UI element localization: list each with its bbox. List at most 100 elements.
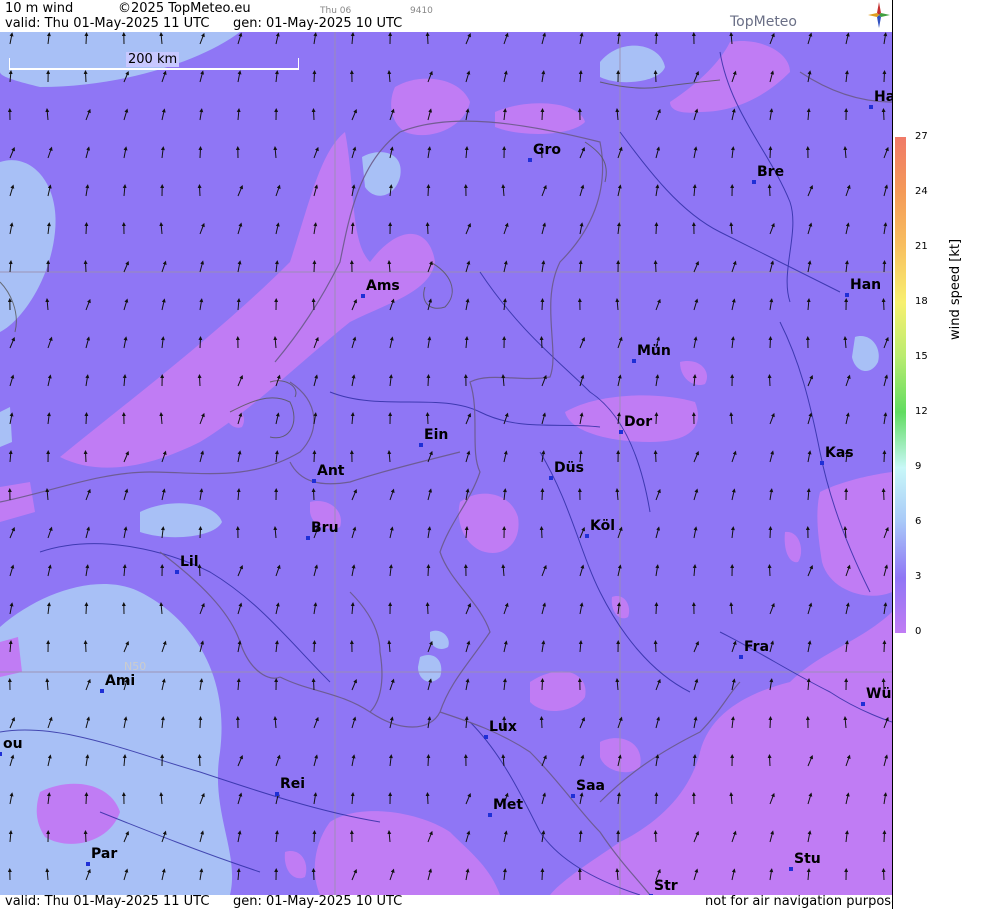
wind-arrow: [425, 792, 430, 805]
wind-arrow: [83, 70, 88, 83]
wind-arrow: [882, 830, 887, 843]
city-marker: [312, 479, 316, 483]
wind-arrow: [655, 488, 661, 501]
wind-arrow: [84, 32, 89, 45]
wind-arrow: [806, 108, 811, 121]
wind-arrow: [45, 108, 50, 121]
city-label: Gro: [533, 142, 562, 158]
wind-arrow: [83, 450, 88, 463]
wind-arrow: [579, 184, 585, 197]
wind-arrow: [198, 526, 203, 539]
color-bar-label: wind speed [kt]: [948, 238, 963, 340]
wind-arrow: [425, 222, 430, 235]
city-marker: [739, 655, 743, 659]
wind-arrow: [807, 32, 813, 45]
wind-arrow: [122, 374, 127, 387]
wind-arrow: [881, 108, 886, 121]
wind-arrow: [9, 602, 14, 615]
wind-arrow: [541, 602, 547, 615]
wind-arrow: [731, 488, 736, 501]
wind-arrow: [312, 450, 317, 463]
wind-arrow: [273, 526, 278, 539]
color-bar-tick: 18: [915, 296, 928, 307]
wind-arrow: [425, 412, 430, 425]
wind-arrow: [729, 602, 734, 615]
wind-arrow: [654, 32, 659, 45]
wind-arrow: [311, 868, 316, 881]
wind-arrow: [160, 336, 165, 349]
wind-arrow: [311, 298, 316, 311]
topmeteo-logo: TopMeteo: [730, 14, 797, 30]
wind-arrow: [159, 222, 164, 235]
city-label: Lil: [180, 554, 199, 570]
wind-arrow: [693, 640, 699, 653]
city-marker: [275, 792, 279, 796]
wind-arrow: [806, 488, 811, 501]
wind-arrow: [465, 830, 471, 843]
wind-arrow: [351, 374, 356, 387]
wind-arrow: [275, 32, 280, 45]
wind-arrow: [161, 260, 167, 273]
wind-arrow: [85, 336, 91, 349]
wind-arrow: [465, 412, 471, 425]
wind-arrow: [693, 146, 698, 159]
wind-arrow: [83, 640, 88, 653]
wind-map[interactable]: 200 km N50 Gro Bre Ha Ams Han Mün Dor Ein Kas Ant…: [0, 32, 892, 895]
city-marker: [549, 476, 553, 480]
wind-arrow: [767, 184, 772, 197]
color-bar-segment: [895, 247, 906, 303]
wind-arrow: [843, 146, 848, 159]
city-label: Par: [91, 846, 118, 862]
city-label: Kas: [825, 445, 854, 461]
wind-arrow: [312, 830, 317, 843]
wind-arrow: [503, 222, 509, 235]
wind-arrow: [85, 108, 91, 121]
wind-arrow: [655, 184, 660, 197]
wind-arrow: [616, 32, 621, 45]
footer-generated-time: gen: 01-May-2025 10 UTC: [233, 894, 403, 909]
city-label: Köl: [590, 518, 616, 534]
wind-arrow: [655, 298, 661, 311]
color-bar-tick: 15: [915, 351, 928, 362]
city-label: Han: [850, 277, 882, 293]
wind-arrow: [654, 222, 659, 235]
wind-arrow: [160, 146, 165, 159]
wind-arrow: [579, 716, 585, 729]
city-label: Str: [654, 878, 678, 894]
wind-arrow: [465, 32, 471, 45]
wind-arrow: [655, 716, 661, 729]
wind-arrow: [84, 412, 89, 425]
wind-arrow: [350, 32, 355, 45]
wind-arrow: [123, 108, 129, 121]
wind-arrow: [541, 412, 547, 425]
wind-arrow: [273, 146, 278, 159]
disclaimer: not for air navigation purposes: [705, 894, 906, 909]
color-bar-segment: [895, 522, 906, 578]
wind-arrow: [389, 488, 395, 501]
wind-arrow: [653, 450, 658, 463]
wind-arrow: [655, 374, 660, 387]
city-marker: [752, 180, 756, 184]
city-marker: [571, 794, 575, 798]
wind-arrow: [730, 526, 735, 539]
wind-arrow: [881, 298, 886, 311]
wind-arrow: [653, 640, 658, 653]
city-marker: [419, 443, 423, 447]
wind-arrow: [85, 564, 90, 577]
wind-arrow: [503, 70, 508, 83]
wind-arrow: [311, 678, 316, 691]
wind-arrow: [199, 488, 204, 501]
wind-arrow: [426, 184, 431, 197]
wind-arrow: [312, 70, 317, 83]
wind-arrow: [387, 640, 392, 653]
color-bar: 27 24 21 18 15 12 9 6 3 0: [895, 131, 928, 637]
city-marker: [845, 293, 849, 297]
city-marker: [361, 294, 365, 298]
wind-arrow: [351, 108, 357, 121]
wind-arrow: [767, 564, 772, 577]
wind-arrow: [237, 602, 243, 615]
wind-arrow: [351, 564, 356, 577]
wind-arrow: [768, 146, 773, 159]
city-marker: [175, 570, 179, 574]
wind-arrow: [539, 716, 544, 729]
